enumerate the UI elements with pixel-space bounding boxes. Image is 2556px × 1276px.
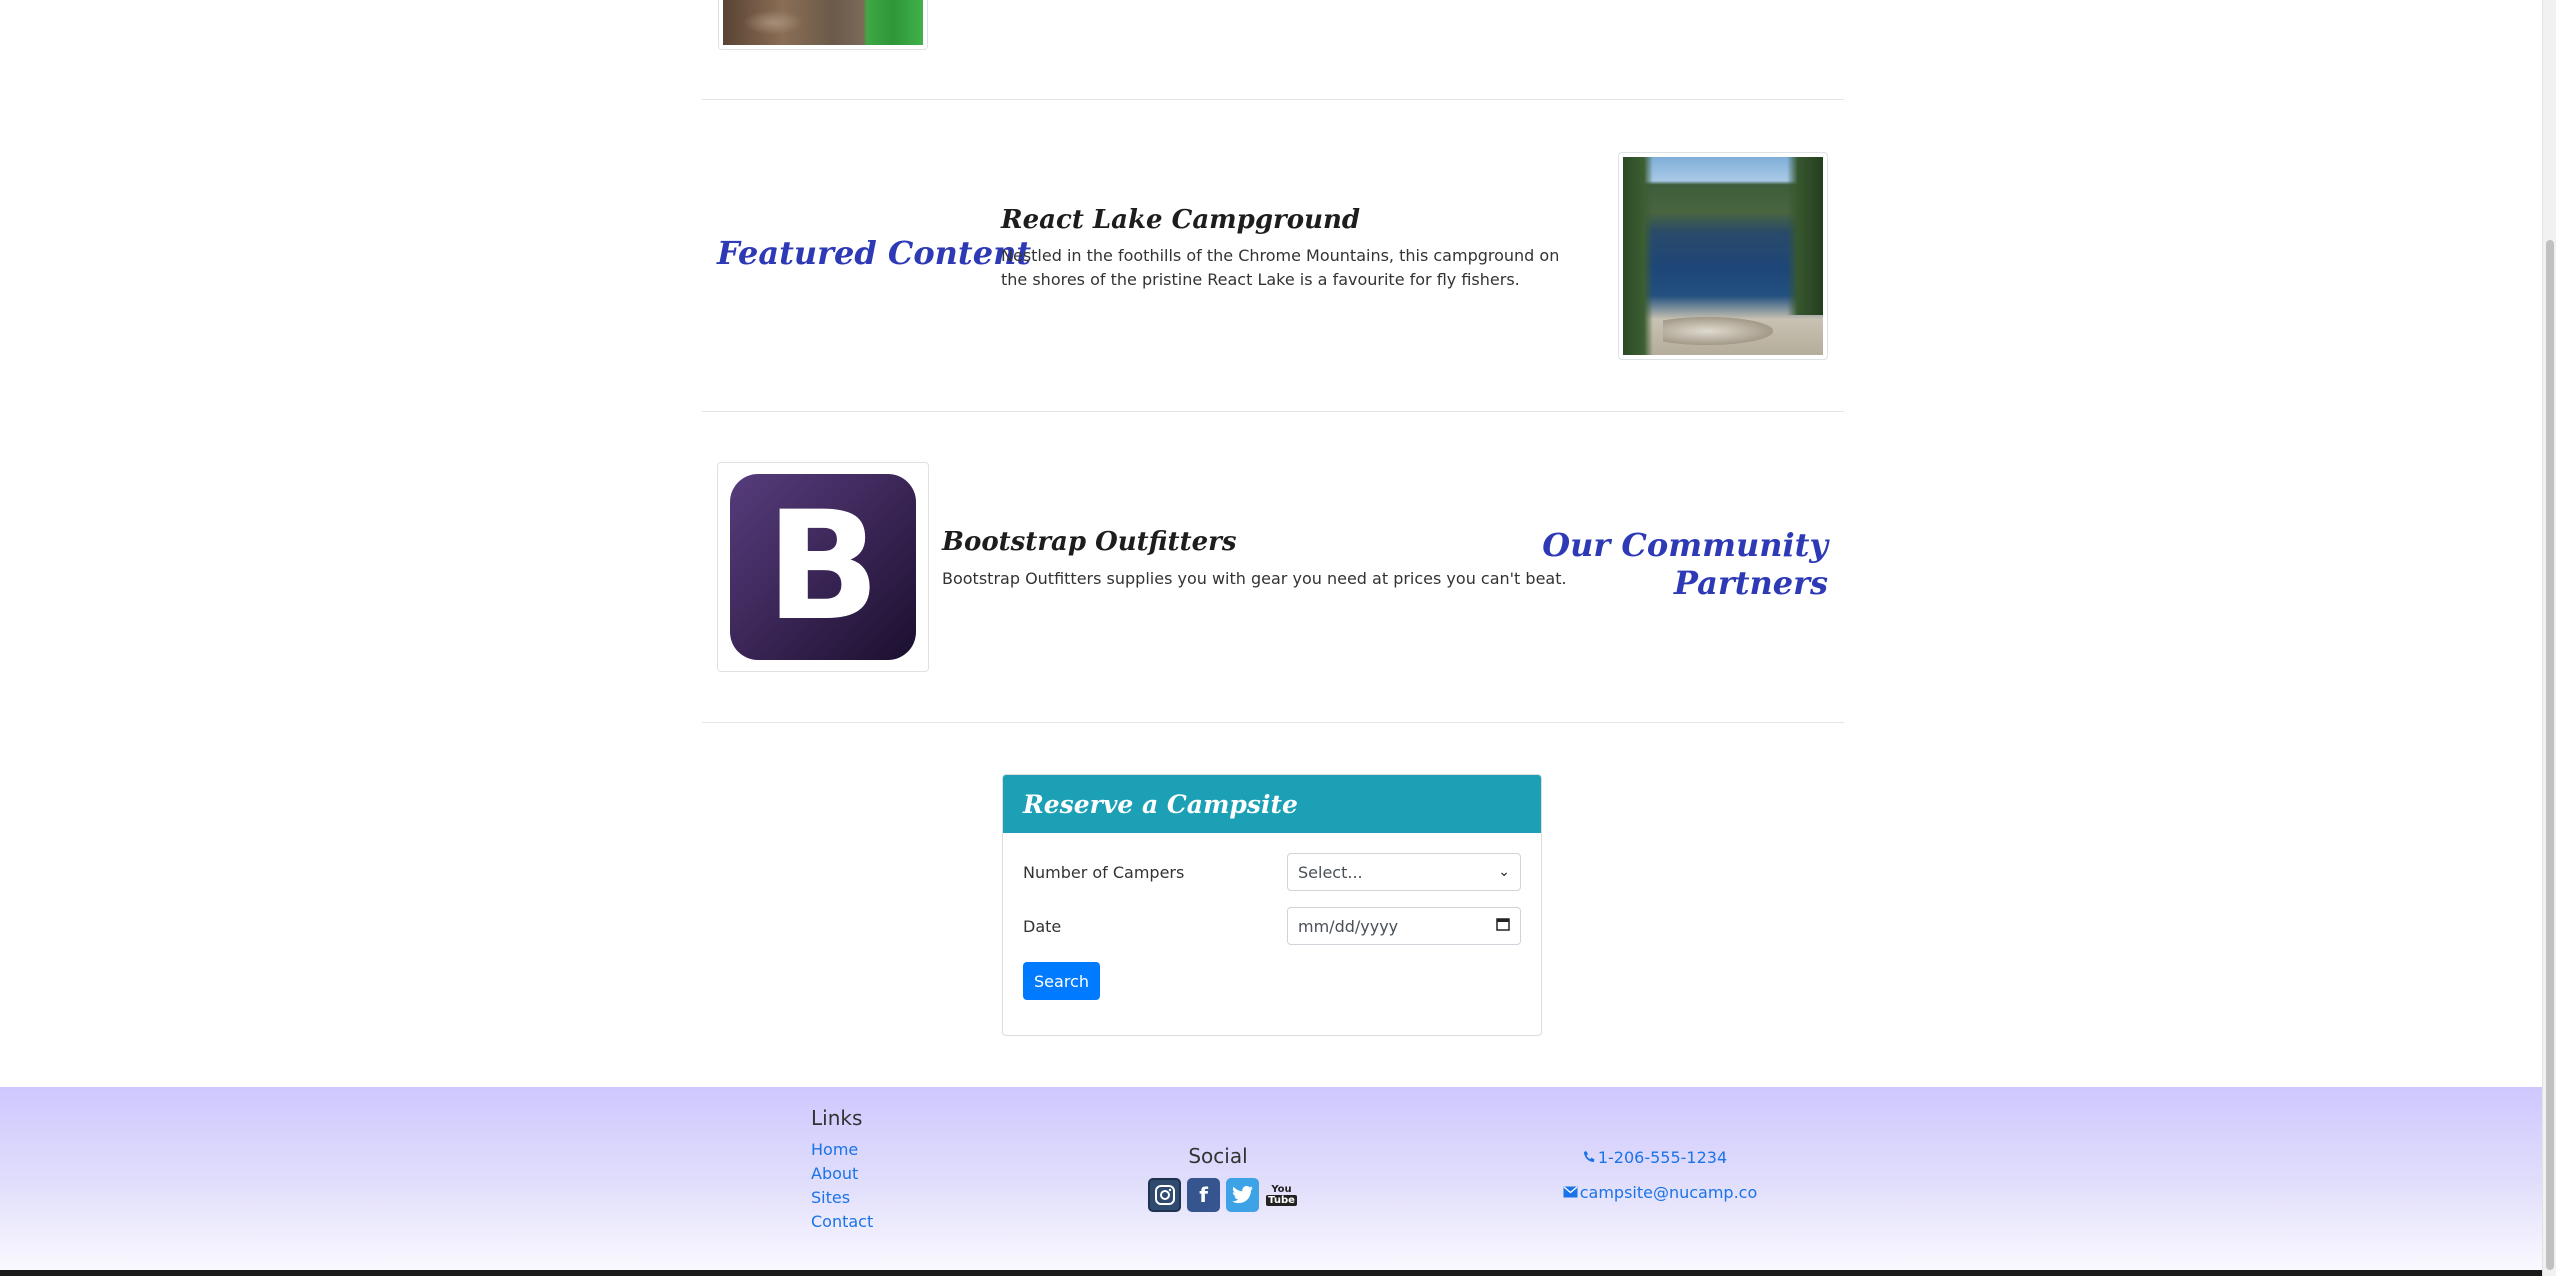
reserve-card: Reserve a Campsite Number of Campers Sel…: [1002, 774, 1542, 1036]
youtube-icon[interactable]: You Tube: [1265, 1178, 1298, 1212]
envelope-icon: [1563, 1183, 1578, 1202]
phone-icon: [1583, 1148, 1596, 1167]
partners-title: Our Community Partners: [1542, 526, 1828, 602]
date-input[interactable]: mm/dd/yyyy: [1287, 907, 1521, 945]
campers-label: Number of Campers: [1023, 862, 1185, 882]
campers-row: Number of Campers Select... ⌄: [1023, 853, 1523, 891]
footer-links: Links Home About Sites Contact: [811, 1106, 873, 1234]
footer: Links Home About Sites Contact Social f …: [0, 1087, 2542, 1270]
campers-select-value: Select...: [1298, 862, 1363, 882]
calendar-icon[interactable]: [1496, 917, 1510, 935]
email-link[interactable]: campsite@nucamp.co: [1560, 1183, 1760, 1202]
social-icons: f You Tube: [1148, 1178, 1298, 1212]
page: Featured Content React Lake Campground N…: [0, 0, 2556, 1276]
featured-heading: React Lake Campground: [1001, 205, 1361, 235]
twitter-icon[interactable]: [1226, 1178, 1260, 1212]
partner-text: Bootstrap Outfitters supplies you with g…: [942, 569, 1567, 588]
lake-photo: [1623, 157, 1823, 355]
social-heading: Social: [1188, 1144, 1248, 1168]
previous-section-image: [718, 0, 928, 50]
reserve-card-header: Reserve a Campsite: [1003, 775, 1541, 833]
search-button[interactable]: Search: [1023, 962, 1100, 1000]
partners-title-line1: Our Community: [1542, 526, 1828, 564]
chevron-down-icon: ⌄: [1498, 864, 1510, 880]
date-label: Date: [1023, 916, 1062, 936]
footer-link-sites[interactable]: Sites: [811, 1186, 873, 1210]
footer-contact: 1-206-555-1234 campsite@nucamp.co: [1560, 1148, 1760, 1202]
facebook-icon[interactable]: f: [1187, 1178, 1221, 1212]
campsite-photo: [723, 0, 923, 45]
divider: [702, 722, 1844, 723]
phone-link[interactable]: 1-206-555-1234: [1550, 1148, 1760, 1167]
links-heading: Links: [811, 1106, 863, 1130]
react-lake-image: [1618, 152, 1828, 360]
footer-link-about[interactable]: About: [811, 1162, 873, 1186]
featured-text: Nestled in the foothills of the Chrome M…: [1001, 246, 1560, 289]
partners-title-line2: Partners: [1673, 564, 1828, 602]
divider: [702, 411, 1844, 412]
date-placeholder: mm/dd/yyyy: [1298, 916, 1399, 936]
featured-title: Featured Content: [717, 234, 1032, 272]
footer-link-contact[interactable]: Contact: [811, 1210, 873, 1234]
instagram-icon[interactable]: [1148, 1178, 1182, 1212]
footer-social: Social f You Tube: [1148, 1144, 1298, 1212]
bootstrap-logo: B: [730, 474, 916, 660]
email-address: campsite@nucamp.co: [1579, 1183, 1758, 1202]
footer-link-home[interactable]: Home: [811, 1138, 873, 1162]
phone-number: 1-206-555-1234: [1597, 1148, 1728, 1167]
scrollbar[interactable]: [2542, 0, 2556, 1276]
date-row: Date mm/dd/yyyy: [1023, 907, 1523, 945]
footer-bottom-bar: [0, 1270, 2556, 1276]
partner-heading: Bootstrap Outfitters: [942, 527, 1237, 557]
divider: [702, 99, 1844, 100]
campers-select[interactable]: Select... ⌄: [1287, 853, 1521, 891]
scrollbar-thumb[interactable]: [2546, 240, 2554, 1270]
bootstrap-logo-image: B: [717, 462, 929, 672]
